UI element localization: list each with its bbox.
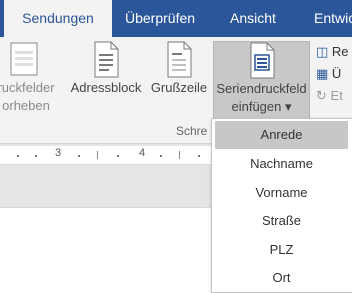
greeting-line-icon [167, 41, 192, 78]
ruler-dot [160, 155, 162, 157]
seriendruckfeld-label-1: Seriendruckfeld [216, 81, 307, 96]
tab-entwicklertools[interactable]: Entwic [314, 0, 352, 37]
ruler-number-4: 4 [139, 147, 146, 159]
dropdown-item-plz[interactable]: PLZ [215, 236, 348, 264]
grusszeile-button[interactable]: Grußzeile [148, 41, 210, 97]
ruler-dot [198, 155, 200, 157]
hervorheben-label-2: orheben [2, 98, 50, 113]
small-buttons-column: ◫ Re ▦ Ü ↻ Et [316, 41, 349, 107]
ruler-dot [35, 155, 37, 157]
dropdown-item-anrede[interactable]: Anrede [215, 121, 348, 149]
dropdown-item-ort[interactable]: Ort [215, 264, 348, 292]
ruler-number-3: 3 [55, 147, 62, 159]
seriendruckfelder-hervorheben-button[interactable]: ruckfelder orheben [0, 41, 68, 115]
dropdown-item-strasse[interactable]: Straße [215, 207, 348, 235]
hervorheben-label-1: ruckfelder [0, 80, 55, 95]
rules-icon: ◫ [316, 44, 329, 59]
ruler-dot [78, 155, 80, 157]
insert-merge-field-icon [250, 42, 274, 79]
highlight-fields-icon [10, 42, 38, 76]
match-fields-icon: ▦ [316, 66, 329, 81]
adressblock-label: Adressblock [70, 80, 142, 95]
dropdown-item-vorname[interactable]: Vorname [215, 179, 348, 207]
uebereinstimmende-felder-button[interactable]: ▦ Ü [316, 63, 349, 85]
seriendruckfeld-label-2: einfügen ▾ [231, 99, 292, 114]
ribbon-tab-bar: Sendungen Überprüfen Ansicht Entwic [0, 0, 352, 37]
group-label-schreib-und-einfuegefelder: Schre [176, 124, 208, 138]
etiketten-aktualisieren-button[interactable]: ↻ Et [316, 85, 349, 107]
regeln-label: Re [331, 44, 349, 59]
regeln-button[interactable]: ◫ Re [316, 41, 349, 63]
dropdown-item-nachname[interactable]: Nachname [215, 150, 348, 178]
ruler-tick [179, 151, 180, 159]
ruler-tick [97, 151, 98, 159]
etiketten-label: Et [330, 88, 343, 103]
ruler-dot [17, 155, 19, 157]
address-block-icon [94, 41, 119, 78]
uebereinstimmende-label: Ü [331, 66, 342, 81]
ruler-dot [117, 155, 119, 157]
tab-ueberpruefen[interactable]: Überprüfen [125, 0, 195, 37]
merge-field-dropdown: Anrede Nachname Vorname Straße PLZ Ort [211, 118, 352, 293]
grusszeile-label: Grußzeile [150, 80, 208, 95]
seriendruckfeld-einfuegen-button[interactable]: Seriendruckfeld einfügen ▾ [213, 41, 310, 121]
update-labels-icon: ↻ [316, 88, 327, 103]
adressblock-button[interactable]: Adressblock [68, 41, 144, 97]
tab-ansicht[interactable]: Ansicht [230, 0, 276, 37]
tab-sendungen[interactable]: Sendungen [4, 0, 112, 37]
